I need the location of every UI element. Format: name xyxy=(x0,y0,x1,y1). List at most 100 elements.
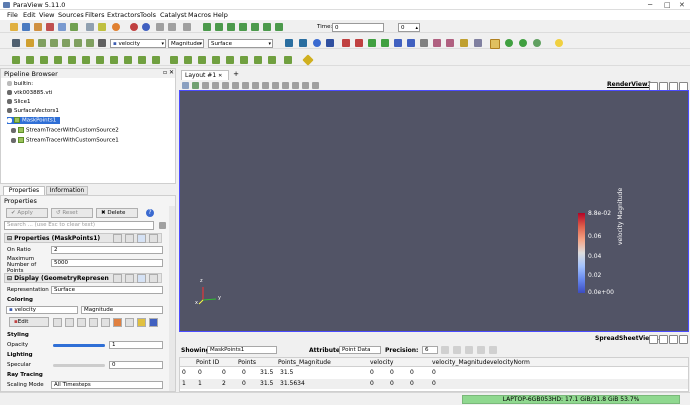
open-file-icon[interactable] xyxy=(10,23,18,31)
camera-orbit-icon[interactable] xyxy=(326,39,334,47)
select-points-icon[interactable] xyxy=(533,39,541,47)
column-header[interactable]: velocityNorm xyxy=(490,359,530,366)
properties-search-input[interactable]: Search ... (use Esc to clear text) xyxy=(4,221,154,230)
apply-button[interactable]: ✔ Apply xyxy=(6,208,48,218)
column-header[interactable]: Points_Magnitude xyxy=(278,359,331,366)
scaling-mode-select[interactable]: All Timesteps xyxy=(51,381,163,389)
glyph-filter-icon[interactable] xyxy=(96,56,104,64)
load-state-icon[interactable] xyxy=(34,23,42,31)
tab-layout-1[interactable]: Layout #1 ✕ xyxy=(181,70,229,80)
extract-block-filter-icon[interactable] xyxy=(254,56,262,64)
play-icon[interactable] xyxy=(239,23,247,31)
previous-frame-icon[interactable] xyxy=(215,23,223,31)
isometric-view-icon[interactable] xyxy=(420,39,428,47)
close-view-icon[interactable] xyxy=(679,335,688,344)
select-block-icon[interactable] xyxy=(262,82,269,89)
attribute-select[interactable]: Point Data xyxy=(339,346,381,354)
eye-icon[interactable] xyxy=(11,127,16,133)
show-selected-only-icon[interactable] xyxy=(465,346,473,354)
pipeline-item-builtin[interactable]: builtin: xyxy=(7,81,33,87)
opacity-input[interactable]: 1 xyxy=(109,341,163,349)
resample-filter-icon[interactable] xyxy=(240,56,248,64)
help-icon[interactable] xyxy=(112,23,120,31)
view-plus-x-icon[interactable] xyxy=(342,39,350,47)
table-row[interactable]: 0 0 0 0 31.5 31.5 0 0 0 0 xyxy=(180,368,688,378)
menu-sources[interactable]: Sources xyxy=(58,11,84,19)
programmable-filter-icon[interactable] xyxy=(284,56,292,64)
clear-selection-icon[interactable] xyxy=(312,82,319,89)
menu-view[interactable]: View xyxy=(39,11,54,19)
grow-selection-icon[interactable] xyxy=(292,82,299,89)
reload-icon[interactable] xyxy=(137,234,146,243)
column-header[interactable]: velocity_Magnitude xyxy=(432,359,490,366)
menu-catalyst[interactable]: Catalyst xyxy=(160,11,187,19)
eye-icon[interactable] xyxy=(7,117,12,123)
connect-icon[interactable] xyxy=(58,23,66,31)
add-layout-tab-button[interactable]: + xyxy=(231,70,241,80)
rotate-90-cw-icon[interactable] xyxy=(433,39,441,47)
menu-help[interactable]: Help xyxy=(213,11,228,19)
specular-slider[interactable] xyxy=(53,364,105,367)
next-frame-icon[interactable] xyxy=(251,23,259,31)
component-select[interactable]: Magnitude ▾ xyxy=(168,39,204,48)
copy-icon[interactable] xyxy=(113,234,122,243)
rotate-90-ccw-icon[interactable] xyxy=(446,39,454,47)
toggle-3d-icon[interactable] xyxy=(192,82,199,89)
menu-edit[interactable]: Edit xyxy=(23,11,36,19)
find-data-icon[interactable] xyxy=(505,39,513,47)
zoom-to-box-icon[interactable] xyxy=(313,39,321,47)
float-panel-icon[interactable]: ▫ xyxy=(163,69,167,76)
interactive-select-icon[interactable] xyxy=(272,82,279,89)
reset-view-icon[interactable] xyxy=(182,82,189,89)
specular-input[interactable]: 0 xyxy=(109,361,163,369)
select-preset-icon[interactable] xyxy=(113,318,122,327)
temporal-filter-icon[interactable] xyxy=(226,56,234,64)
copy-icon[interactable] xyxy=(113,274,122,283)
toggle-colorbar-icon[interactable] xyxy=(26,39,34,47)
threshold-filter-icon[interactable] xyxy=(68,56,76,64)
pipeline-item-surfacevectors1[interactable]: SurfaceVectors1 xyxy=(7,108,59,114)
disconnect-icon[interactable] xyxy=(70,23,78,31)
select-points-through-icon[interactable] xyxy=(242,82,249,89)
menu-tools[interactable]: Tools xyxy=(140,11,156,19)
first-frame-icon[interactable] xyxy=(203,23,211,31)
select-cells-on-icon[interactable] xyxy=(212,82,219,89)
reload-icon[interactable] xyxy=(137,274,146,283)
capture-screenshot-icon[interactable] xyxy=(460,39,468,47)
fixed-notation-icon[interactable] xyxy=(441,346,449,354)
hover-points-icon[interactable] xyxy=(282,82,289,89)
coloring-component-select[interactable]: Magnitude xyxy=(81,306,163,314)
eye-icon[interactable] xyxy=(7,108,12,113)
animation-settings-icon[interactable] xyxy=(183,23,191,31)
minimize-icon[interactable]: ─ xyxy=(648,1,652,9)
save-state-icon[interactable] xyxy=(46,23,54,31)
split-vertical-icon[interactable] xyxy=(659,335,668,344)
color-map-editor-icon[interactable] xyxy=(38,39,46,47)
view-plus-z-icon[interactable] xyxy=(394,39,402,47)
view-plus-y-icon[interactable] xyxy=(368,39,376,47)
reset-range-icon[interactable] xyxy=(50,39,58,47)
camera-redo-icon[interactable] xyxy=(168,23,176,31)
close-panel-icon[interactable]: ✕ xyxy=(169,69,174,76)
column-header[interactable]: Points xyxy=(238,359,256,366)
shrink-selection-icon[interactable] xyxy=(302,82,309,89)
redo-icon[interactable] xyxy=(142,23,150,31)
reset-button[interactable]: ↺ Reset xyxy=(51,208,93,218)
edit-colormap-button[interactable]: ▪Edit xyxy=(9,317,49,327)
toggle-cell-connectivity-icon[interactable] xyxy=(453,346,461,354)
eye-icon[interactable] xyxy=(7,99,12,104)
play-reverse-icon[interactable] xyxy=(227,23,235,31)
select-points-on-icon[interactable] xyxy=(222,82,229,89)
loop-icon[interactable] xyxy=(275,23,283,31)
paste-icon[interactable] xyxy=(125,234,134,243)
split-horizontal-icon[interactable] xyxy=(649,335,658,344)
on-ratio-input[interactable]: 2 xyxy=(51,246,163,254)
annotations-icon[interactable] xyxy=(137,318,146,327)
menu-macros[interactable]: Macros xyxy=(188,11,211,19)
representation-select[interactable]: Surface ▾ xyxy=(208,39,273,48)
pipeline-item-streamtracer1[interactable]: StreamTracerWithCustomSource1 xyxy=(11,137,119,144)
pipeline-item-vti[interactable]: vtk003885.vti xyxy=(7,90,52,96)
maximize-icon[interactable]: □ xyxy=(664,1,671,9)
opacity-slider[interactable] xyxy=(53,344,105,347)
properties-scrollbar[interactable] xyxy=(169,206,175,391)
